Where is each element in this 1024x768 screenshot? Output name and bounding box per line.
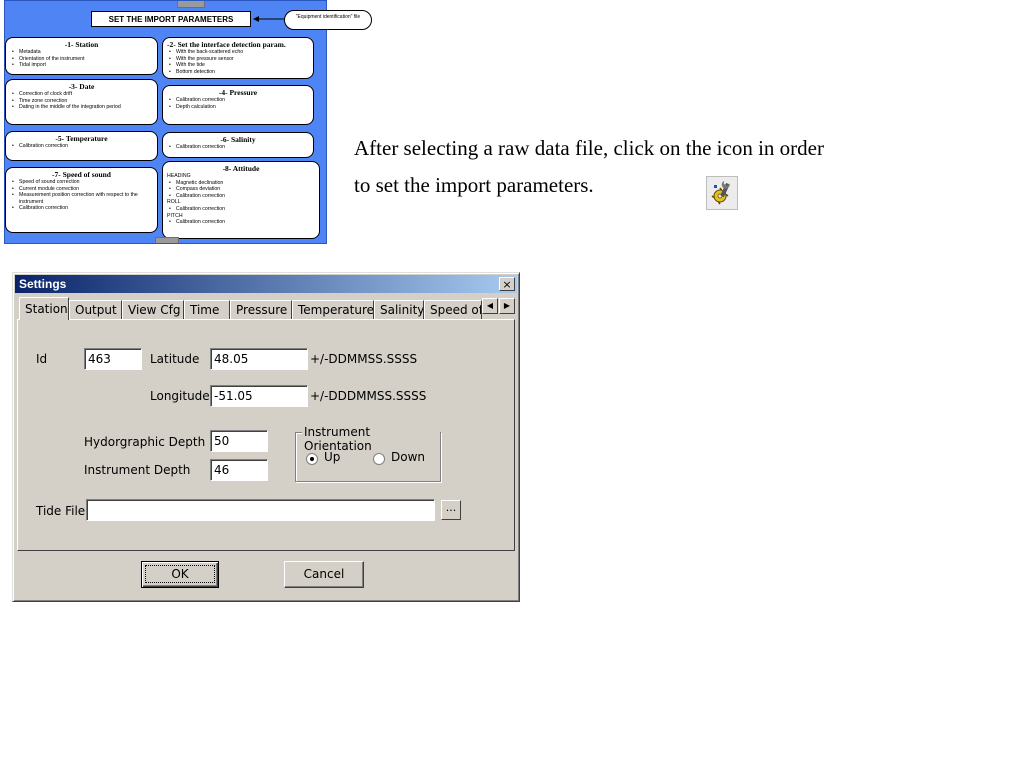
- box-subheading: PITCH: [167, 212, 183, 219]
- dialog-titlebar: Settings ×: [15, 275, 517, 293]
- instruction-line-2: to set the import parameters.: [354, 173, 594, 197]
- box-item: Calibration correction: [169, 206, 315, 213]
- box-title: -7- Speed of sound: [52, 170, 111, 179]
- tide-file-label: Tide File: [36, 504, 86, 518]
- box-title: -4- Pressure: [218, 88, 258, 97]
- box-item: Speed of sound correction: [12, 179, 153, 186]
- latitude-format-hint: +/-DDMMSS.SSSS: [310, 352, 418, 366]
- box-item: Bottom detection: [169, 69, 309, 76]
- flowchart-connector-bottom: [155, 237, 179, 243]
- browse-tide-file-button[interactable]: ...: [441, 500, 461, 520]
- box-item: Correction of clock drift: [12, 91, 153, 98]
- tab-time[interactable]: Time: [184, 300, 230, 319]
- equipment-identification-file-label: "Equipment identification" file: [284, 10, 372, 30]
- import-parameters-flowchart: SET THE IMPORT PARAMETERS -1- Station Me…: [4, 0, 327, 244]
- close-button[interactable]: ×: [499, 277, 515, 291]
- tab-output[interactable]: Output: [69, 300, 122, 319]
- orientation-up-radio[interactable]: [306, 453, 318, 465]
- box-item: Measurement position correction with res…: [12, 192, 153, 205]
- flowchart-connector-top: [177, 1, 205, 8]
- box-item: Compass deviation: [169, 186, 315, 193]
- flowchart-box-salinity: -6- Salinity Calibration correction: [162, 132, 314, 158]
- box-item: Magnetic declination: [169, 180, 315, 187]
- box-item: With the tide: [169, 62, 309, 69]
- tab-view-cfg[interactable]: View Cfg: [122, 300, 184, 319]
- box-title: -2- Set the interface detection param.: [167, 40, 286, 49]
- tab-scroll-left-button[interactable]: ◀: [482, 298, 498, 314]
- box-item: Depth calculation: [169, 104, 309, 111]
- ok-button-label: OK: [145, 565, 215, 583]
- box-item: Calibration correction: [169, 97, 309, 104]
- orientation-down-label[interactable]: Down: [391, 450, 425, 464]
- dialog-title: Settings: [19, 277, 67, 291]
- tab-pressure[interactable]: Pressure: [230, 300, 292, 319]
- flowchart-box-station: -1- Station Metadata Orientation of the …: [5, 37, 158, 75]
- latitude-input[interactable]: 48.05: [210, 348, 308, 370]
- cancel-button[interactable]: Cancel: [284, 561, 364, 588]
- tab-salinity[interactable]: Salinity: [374, 300, 424, 319]
- instruction-line-1: After selecting a raw data file, click o…: [354, 136, 824, 160]
- settings-tool-icon[interactable]: [706, 176, 738, 210]
- radio-selected-dot-icon: [310, 457, 314, 461]
- wrench-gear-icon: [711, 180, 730, 205]
- latitude-label: Latitude: [150, 352, 200, 366]
- box-item: Orientation of the instrument: [12, 56, 153, 63]
- box-item: Time zone correction: [12, 98, 153, 105]
- instrument-orientation-legend: Instrument Orientation: [302, 425, 440, 453]
- box-title: -6- Salinity: [220, 135, 256, 144]
- close-icon: ×: [502, 278, 512, 291]
- box-title: -3- Date: [68, 82, 95, 91]
- orientation-up-label[interactable]: Up: [324, 450, 340, 464]
- settings-dialog: Settings × Station Output View Cfg Time …: [12, 272, 520, 602]
- box-subheading: ROLL: [167, 199, 181, 206]
- id-label: Id: [36, 352, 48, 366]
- instrument-depth-input[interactable]: 46: [210, 459, 268, 481]
- longitude-format-hint: +/-DDDMMSS.SSSS: [310, 389, 427, 403]
- box-item: Tidal import: [12, 62, 153, 69]
- box-item: Calibration correction: [169, 193, 315, 200]
- flowchart-box-temperature: -5- Temperature Calibration correction: [5, 131, 158, 161]
- flowchart-box-pressure: -4- Pressure Calibration correction Dept…: [162, 85, 314, 125]
- box-title: -5- Temperature: [55, 134, 108, 143]
- tab-scroll-right-button[interactable]: ▶: [499, 298, 515, 314]
- box-item: With the pressure sensor: [169, 56, 309, 63]
- box-item: Dating in the middle of the integration …: [12, 104, 153, 111]
- instrument-depth-label: Instrument Depth: [84, 463, 191, 477]
- tab-speed-of-sound[interactable]: Speed of S: [424, 300, 482, 319]
- chevron-left-icon: ◀: [486, 301, 494, 310]
- tide-file-input[interactable]: [86, 499, 435, 521]
- flowchart-box-date: -3- Date Correction of clock drift Time …: [5, 79, 158, 125]
- box-title: -8- Attitude: [222, 164, 260, 173]
- flowchart-box-attitude: -8- Attitude HEADING Magnetic declinatio…: [162, 161, 320, 239]
- box-subheading: HEADING: [167, 173, 191, 179]
- box-item: Calibration correction: [12, 143, 153, 150]
- box-item: With the back-scattered echo: [169, 49, 309, 56]
- tab-temperature[interactable]: Temperature: [292, 300, 374, 319]
- hydrographic-depth-label: Hydorgraphic Depth: [84, 435, 206, 449]
- instrument-orientation-group: Instrument Orientation Up Down: [295, 425, 441, 482]
- flowchart-title: SET THE IMPORT PARAMETERS: [91, 11, 251, 27]
- station-tab-panel: Id 463 Latitude 48.05 +/-DDMMSS.SSSS Lon…: [17, 319, 515, 551]
- box-item: Calibration correction: [169, 144, 309, 151]
- box-item: Calibration correction: [12, 205, 153, 212]
- ok-button[interactable]: OK: [141, 561, 219, 588]
- flowchart-box-speed-of-sound: -7- Speed of sound Speed of sound correc…: [5, 167, 158, 233]
- box-item: Calibration correction: [169, 219, 315, 226]
- flowchart-box-interface-detection: -2- Set the interface detection param. W…: [162, 37, 314, 79]
- box-item: Current module correction: [12, 186, 153, 193]
- tab-station[interactable]: Station: [19, 297, 69, 320]
- longitude-input[interactable]: -51.05: [210, 385, 308, 407]
- box-title: -1- Station: [64, 40, 99, 49]
- tab-strip: Station Output View Cfg Time Pressure Te…: [19, 297, 519, 320]
- id-input[interactable]: 463: [84, 348, 142, 370]
- hydrographic-depth-input[interactable]: 50: [210, 430, 268, 452]
- instruction-text: After selecting a raw data file, click o…: [354, 130, 1004, 204]
- chevron-right-icon: ▶: [503, 301, 511, 310]
- longitude-label: Longitude: [150, 389, 210, 403]
- orientation-down-radio[interactable]: [373, 453, 385, 465]
- box-item: Metadata: [12, 49, 153, 56]
